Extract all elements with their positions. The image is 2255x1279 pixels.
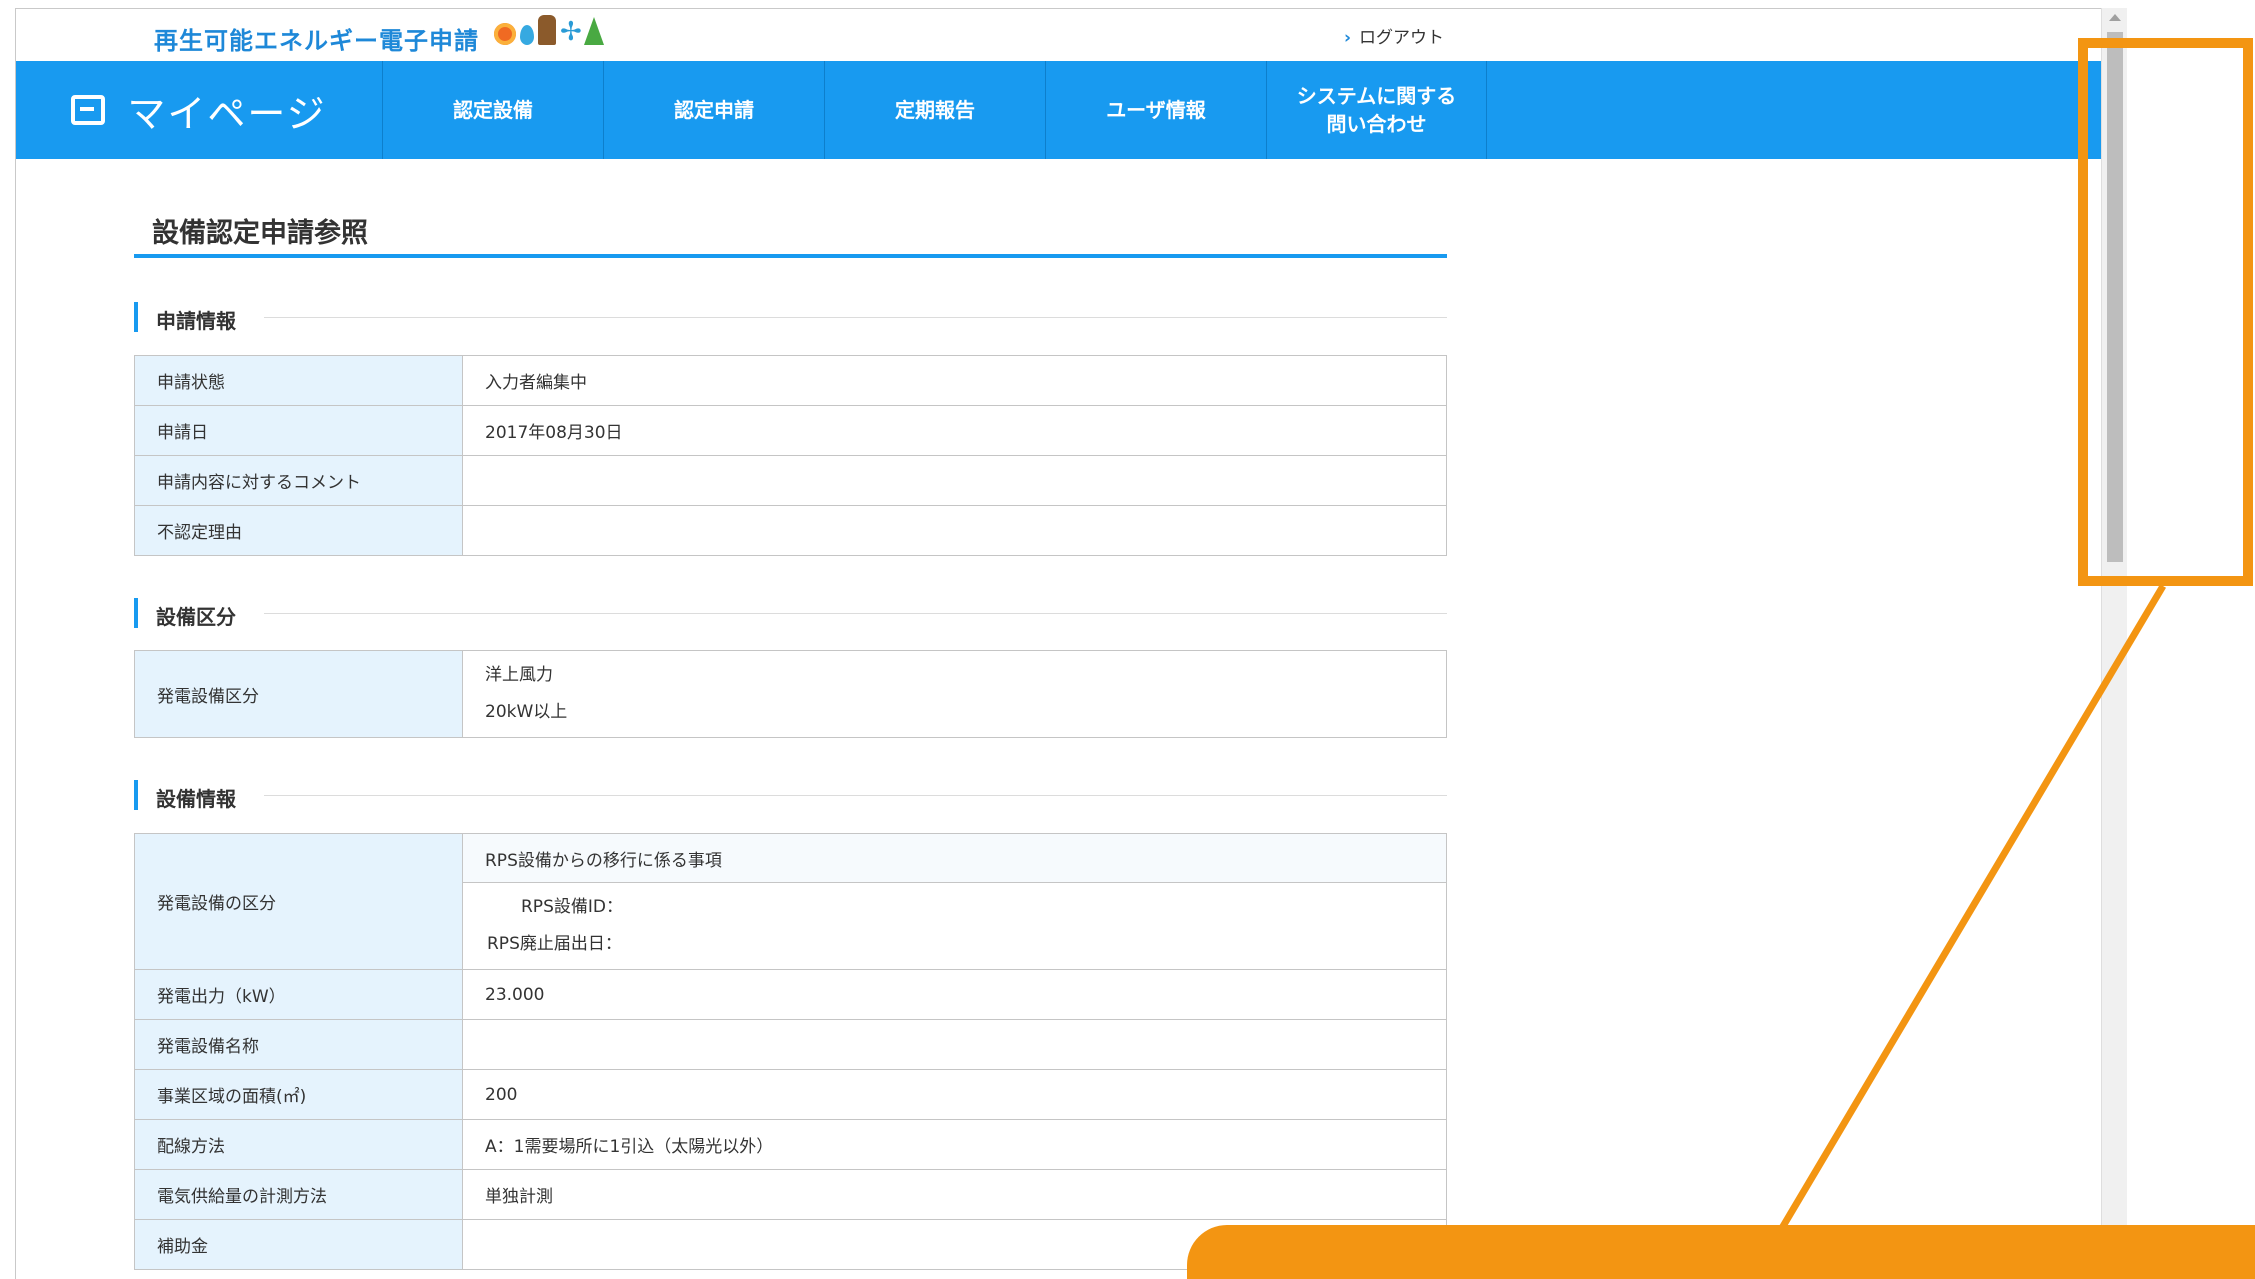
annotation-callout bbox=[1187, 1225, 2255, 1279]
annotation-leader-line bbox=[1778, 584, 2167, 1230]
